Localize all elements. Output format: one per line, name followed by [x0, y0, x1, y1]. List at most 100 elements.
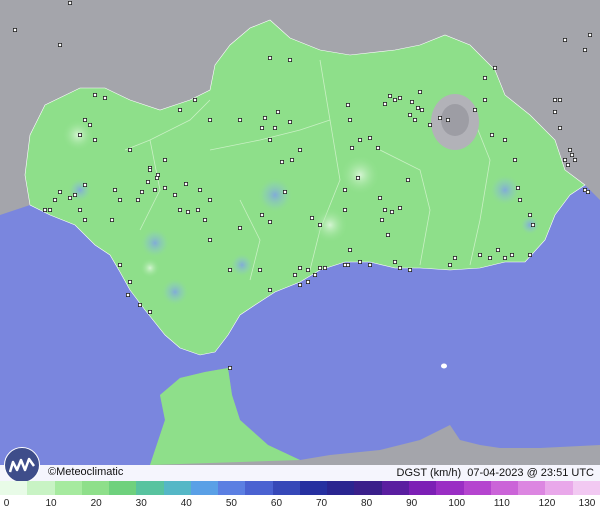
station-marker [345, 103, 350, 108]
scale-label: 120 [538, 498, 556, 509]
station-marker [305, 279, 310, 284]
station-marker [566, 162, 571, 167]
scale-label: 60 [270, 498, 283, 509]
scale-label: 20 [90, 498, 102, 509]
station-marker [502, 137, 507, 142]
station-marker [172, 192, 177, 197]
station-marker [419, 108, 424, 113]
station-marker [192, 98, 197, 103]
station-marker [427, 123, 432, 128]
station-marker [145, 179, 150, 184]
scale-labels: 0 10 20 30 40 50 60 70 80 90 100 110 120 130 [0, 498, 600, 512]
station-marker [292, 272, 297, 277]
scale-label: 30 [135, 498, 147, 509]
station-marker [445, 118, 450, 123]
station-marker [528, 252, 533, 257]
scale-label: 70 [315, 498, 328, 509]
station-marker [377, 195, 382, 200]
station-marker [502, 255, 507, 260]
station-marker [409, 100, 414, 105]
station-marker [389, 209, 394, 214]
station-marker [437, 116, 442, 121]
station-marker [347, 247, 352, 252]
station-marker [185, 209, 190, 214]
station-marker [553, 110, 558, 115]
station-marker [349, 145, 354, 150]
station-marker [482, 76, 487, 81]
station-marker [573, 157, 578, 162]
station-marker [492, 66, 497, 71]
station-marker [154, 175, 159, 180]
scale-swatch [81, 481, 110, 495]
station-marker [297, 147, 302, 152]
station-marker [528, 212, 533, 217]
station-marker [317, 265, 322, 270]
station-marker [197, 187, 202, 192]
station-marker [137, 302, 142, 307]
station-marker [489, 132, 494, 137]
station-marker [570, 152, 575, 157]
station-marker [531, 222, 536, 227]
station-marker [135, 197, 140, 202]
station-marker [259, 212, 264, 217]
station-marker [345, 262, 350, 267]
station-marker [357, 137, 362, 142]
station-marker [259, 126, 264, 131]
station-marker [58, 189, 63, 194]
station-marker [392, 259, 397, 264]
scale-swatch [163, 481, 191, 495]
station-marker [267, 56, 272, 61]
station-marker [195, 207, 200, 212]
brand-label: ©Meteoclimatic [48, 466, 124, 478]
station-marker [397, 96, 402, 101]
station-marker [118, 262, 123, 267]
station-marker [207, 197, 212, 202]
station-marker [553, 98, 558, 103]
station-marker [177, 108, 182, 113]
station-marker [447, 262, 452, 267]
station-marker [558, 98, 563, 103]
station-marker [110, 217, 115, 222]
station-marker [357, 259, 362, 264]
station-marker [147, 167, 152, 172]
station-marker [93, 137, 98, 142]
station-marker [93, 93, 98, 98]
station-marker [237, 118, 242, 123]
station-marker [588, 33, 593, 38]
station-marker [287, 58, 292, 63]
scale-swatch [436, 481, 464, 495]
weather-map: DGST (km/h) 07-04-2023 @ 23:51 UTC ©Mete… [0, 0, 600, 517]
station-marker [147, 309, 152, 314]
station-marker [407, 267, 412, 272]
station-marker [317, 222, 322, 227]
scale-swatch [27, 481, 55, 495]
station-marker [495, 247, 500, 252]
station-marker [312, 272, 317, 277]
scale-swatch [518, 481, 546, 495]
scale-swatch [54, 481, 82, 495]
station-marker [227, 365, 232, 370]
scale-label: 0 [3, 498, 10, 509]
station-marker [412, 118, 417, 123]
station-marker [237, 225, 242, 230]
station-marker [113, 187, 118, 192]
station-marker [207, 118, 212, 123]
map-canvas [0, 0, 600, 517]
station-marker [583, 48, 588, 53]
station-marker [305, 267, 310, 272]
station-marker [183, 181, 188, 186]
station-marker [397, 265, 402, 270]
station-marker [207, 237, 212, 242]
station-marker [518, 197, 523, 202]
station-marker [58, 43, 63, 48]
station-marker [275, 110, 280, 115]
scale-label: 110 [493, 498, 510, 509]
scale-bar [0, 481, 600, 495]
station-marker [516, 185, 521, 190]
station-marker [272, 126, 277, 131]
station-marker [487, 255, 492, 260]
station-marker [405, 177, 410, 182]
scale-swatch [572, 481, 600, 495]
station-marker [477, 252, 482, 257]
station-marker [392, 98, 397, 103]
